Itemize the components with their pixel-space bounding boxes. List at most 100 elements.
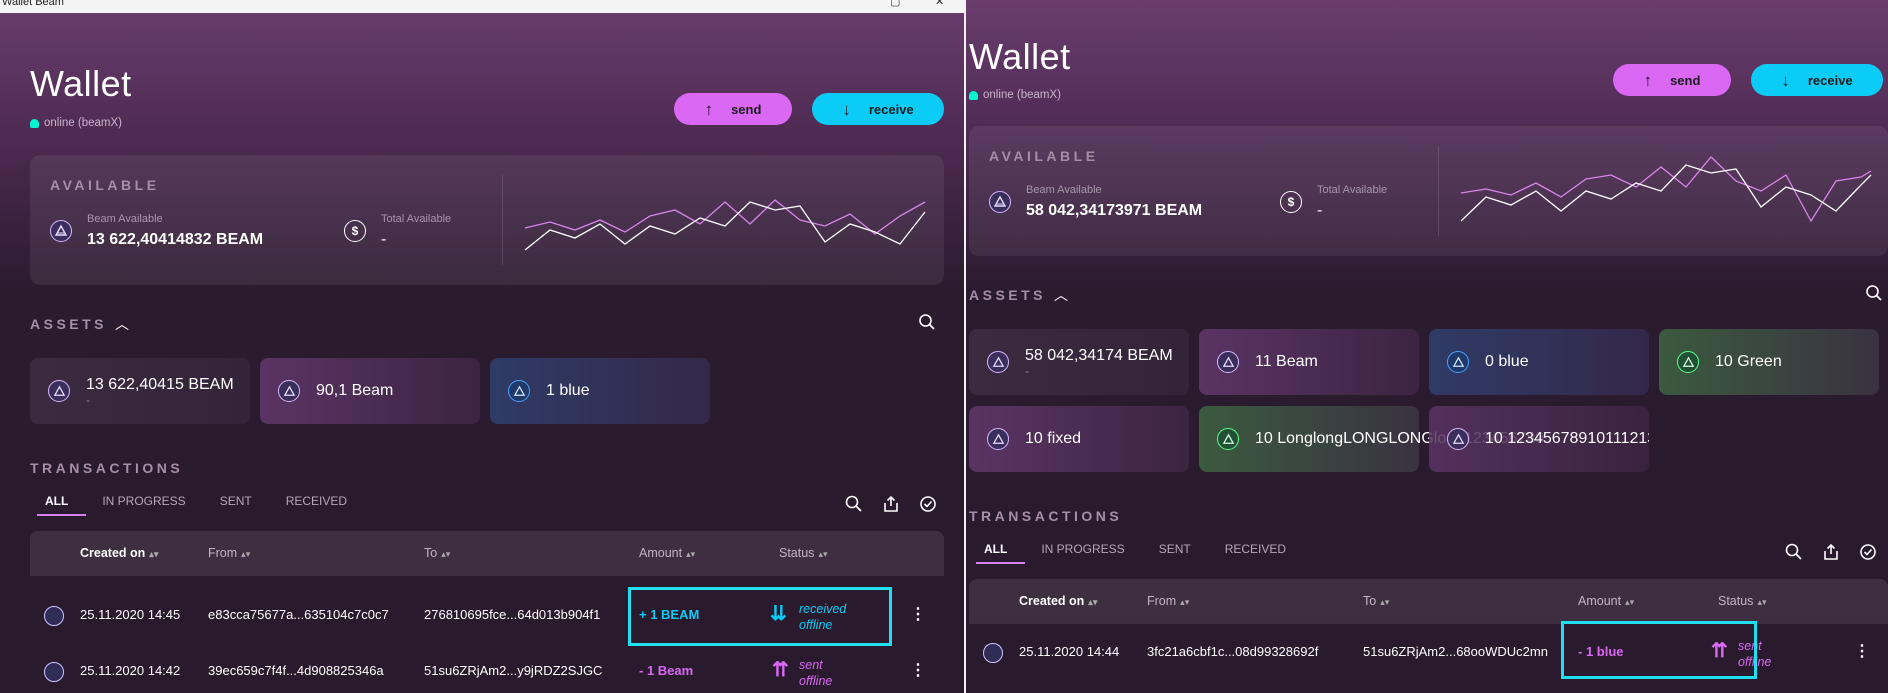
col-amount[interactable]: Amount ▴▾	[639, 546, 695, 560]
asset-card-beam-asset[interactable]: 11 Beam	[1199, 329, 1419, 395]
col-created-on-label: Created on	[80, 546, 146, 560]
col-from[interactable]: From ▴▾	[208, 546, 250, 560]
col-from-label: From	[208, 546, 238, 560]
beam-coin-icon	[44, 662, 64, 682]
col-status[interactable]: Status ▴▾	[779, 546, 827, 560]
tab-sent[interactable]: SENT	[220, 494, 252, 516]
total-available-label: Total Available	[1317, 184, 1388, 196]
asset-sub-value: -	[1025, 364, 1029, 378]
tab-all[interactable]: ALL	[36, 494, 87, 516]
window-title: Wallet Beam	[2, 0, 64, 8]
asset-card-fixed[interactable]: 10 fixed	[969, 406, 1189, 472]
table-row[interactable]: 25.11.2020 14:42 39ec659c7f4f...4d908825…	[30, 645, 944, 693]
send-button[interactable]: ↑ send	[674, 93, 792, 125]
assets-search-icon[interactable]	[1865, 284, 1883, 302]
connection-status-text: online (beamX)	[983, 89, 1061, 101]
col-created-on-label: Created on	[1019, 594, 1085, 608]
assets-toggle[interactable]: ASSETS ︿	[969, 285, 1068, 305]
col-to[interactable]: To ▴▾	[424, 546, 450, 560]
tab-received[interactable]: RECEIVED	[1225, 542, 1286, 564]
row-menu-icon[interactable]: ⋮	[910, 660, 926, 680]
row-from: e83cca75677a...635104c7c0c7	[208, 607, 389, 622]
beam-available-value: 58 042,34173971 BEAM	[1026, 202, 1203, 219]
asset-card-beam[interactable]: 13 622,40415 BEAM -	[30, 358, 250, 424]
asset-amount: 1 blue	[546, 382, 590, 399]
maximize-icon[interactable]: ▢	[890, 0, 900, 9]
assets-search-icon[interactable]	[918, 313, 936, 331]
row-menu-icon[interactable]: ⋮	[1854, 641, 1870, 661]
window-titlebar: Wallet Beam ▢ ✕	[0, 0, 964, 13]
send-button[interactable]: ↑ send	[1613, 64, 1731, 96]
export-icon[interactable]	[881, 494, 901, 514]
col-created-on[interactable]: Created on ▴▾	[1019, 594, 1097, 608]
tab-sent[interactable]: SENT	[1159, 542, 1191, 564]
sent-arrow-icon: ⇈	[772, 659, 789, 681]
row-created: 25.11.2020 14:44	[1019, 644, 1120, 659]
balance-sparkline	[524, 199, 926, 251]
row-to: 51su6ZRjAm2...68ooWDUc2mn	[1363, 644, 1548, 659]
col-amount[interactable]: Amount ▴▾	[1578, 594, 1634, 608]
col-to[interactable]: To ▴▾	[1363, 594, 1389, 608]
col-from-label: From	[1147, 594, 1177, 608]
beam-coin-icon	[50, 220, 72, 242]
proof-verify-icon[interactable]	[1858, 542, 1878, 562]
send-button-label: send	[731, 101, 762, 117]
tab-all[interactable]: ALL	[975, 542, 1026, 564]
highlight-box	[628, 587, 892, 646]
asset-coin-icon	[278, 380, 300, 402]
row-status-mode: offline	[799, 674, 833, 688]
asset-coin-icon	[987, 428, 1009, 450]
proof-verify-icon[interactable]	[918, 494, 938, 514]
page-title: Wallet	[30, 63, 132, 104]
page-title: Wallet	[969, 36, 1071, 77]
tx-search-icon[interactable]	[1784, 542, 1804, 562]
assets-toggle[interactable]: ASSETS ︿	[30, 314, 129, 334]
connection-status-text: online (beamX)	[44, 117, 122, 129]
col-to-label: To	[424, 546, 438, 560]
dollar-icon: $	[1280, 191, 1302, 213]
receive-button[interactable]: ↓ receive	[812, 93, 944, 125]
send-button-label: send	[1670, 72, 1701, 88]
balance-sparkline	[1460, 156, 1872, 223]
asset-amount: 10 Green	[1715, 353, 1782, 370]
col-amount-label: Amount	[1578, 594, 1622, 608]
tx-search-icon[interactable]	[844, 494, 864, 514]
total-available-label: Total Available	[381, 213, 452, 225]
total-available-value: -	[1317, 202, 1323, 219]
chevron-up-icon: ︿	[115, 316, 130, 332]
export-icon[interactable]	[1821, 542, 1841, 562]
tab-received[interactable]: RECEIVED	[286, 494, 347, 516]
beam-available-label: Beam Available	[87, 213, 163, 225]
asset-amount: 58 042,34174 BEAM	[1025, 347, 1173, 364]
available-divider	[502, 175, 503, 265]
row-menu-icon[interactable]: ⋮	[910, 604, 926, 624]
beam-coin-icon	[987, 351, 1009, 373]
asset-amount: 10 1234567891011121314151617181920212223…	[1485, 430, 1649, 447]
col-from[interactable]: From ▴▾	[1147, 594, 1189, 608]
available-label: AVAILABLE	[50, 177, 160, 193]
blue-coin-icon	[983, 643, 1003, 663]
tab-in-progress[interactable]: IN PROGRESS	[1041, 542, 1124, 564]
asset-coin-icon	[1217, 428, 1239, 450]
arrow-up-icon: ↑	[1643, 70, 1653, 90]
beam-available-value: 13 622,40414832 BEAM	[87, 231, 264, 248]
left-wallet-window: Wallet Beam ▢ ✕ Wallet online (beamX) ↑ …	[0, 0, 964, 693]
online-indicator-icon	[30, 118, 39, 128]
receive-button[interactable]: ↓ receive	[1751, 64, 1883, 96]
asset-card-numeric[interactable]: 10 1234567891011121314151617181920212223…	[1429, 406, 1649, 472]
tab-in-progress[interactable]: IN PROGRESS	[102, 494, 185, 516]
col-to-label: To	[1363, 594, 1377, 608]
asset-card-beam[interactable]: 58 042,34174 BEAM -	[969, 329, 1189, 395]
arrow-down-icon: ↓	[842, 99, 851, 119]
receive-button-label: receive	[868, 101, 914, 117]
asset-card-blue[interactable]: 1 blue	[490, 358, 710, 424]
asset-coin-icon	[1217, 351, 1239, 373]
asset-card-longlong[interactable]: 10 LonglongLONGLONGlong123456789	[1199, 406, 1544, 472]
close-icon[interactable]: ✕	[935, 0, 944, 9]
col-status[interactable]: Status ▴▾	[1718, 594, 1766, 608]
asset-card-blue[interactable]: 0 blue	[1429, 329, 1649, 395]
col-created-on[interactable]: Created on ▴▾	[80, 546, 158, 560]
asset-card-green[interactable]: 10 Green	[1659, 329, 1879, 395]
asset-card-beam-asset[interactable]: 90,1 Beam	[260, 358, 480, 424]
available-divider	[1438, 146, 1439, 236]
